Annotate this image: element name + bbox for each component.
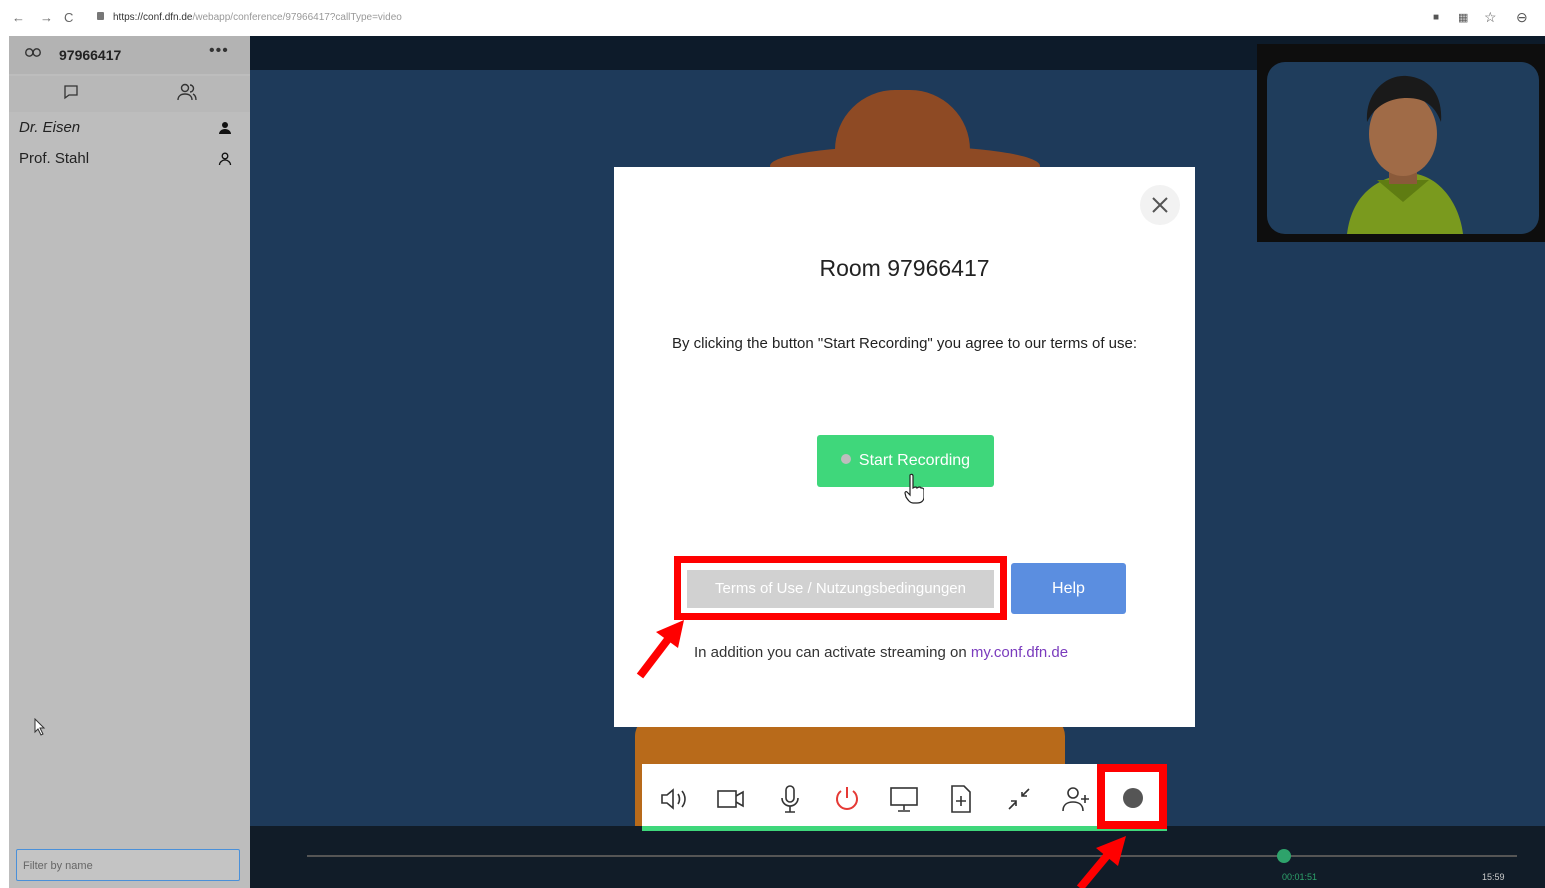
close-button[interactable] xyxy=(1140,185,1180,225)
browser-toolbar: ← → C https://conf.dfn.de/webapp/confere… xyxy=(0,0,1545,36)
speaker-icon[interactable] xyxy=(659,784,689,814)
close-icon xyxy=(1152,197,1168,213)
minimize-icon[interactable] xyxy=(1004,784,1034,814)
help-button[interactable]: Help xyxy=(1011,563,1126,614)
recording-dialog: Room 97966417 By clicking the button "St… xyxy=(614,167,1195,727)
toolbar-status-line xyxy=(642,826,1167,831)
microphone-icon[interactable] xyxy=(775,784,805,814)
translate-icon[interactable]: ▦ xyxy=(1458,11,1468,24)
end-time: 15:59 xyxy=(1482,872,1505,882)
bookmark-star-icon[interactable]: ☆ xyxy=(1484,9,1497,26)
lock-icon xyxy=(97,12,104,20)
link-icon[interactable] xyxy=(25,48,41,57)
camera-icon[interactable] xyxy=(716,784,746,814)
url-host: https://conf.dfn.de xyxy=(113,12,193,23)
chat-icon[interactable] xyxy=(63,84,79,100)
call-toolbar xyxy=(642,764,1167,826)
current-time: 00:01:51 xyxy=(1282,872,1318,882)
forward-icon[interactable]: → xyxy=(40,10,53,25)
mouse-pointer-icon xyxy=(34,718,46,736)
add-person-icon[interactable] xyxy=(1061,784,1091,814)
video-bottom-bar xyxy=(250,826,1545,888)
sidebar: 97966417 ••• Dr. Eisen Prof. Stahl Filte… xyxy=(9,36,250,888)
sidebar-tabs xyxy=(9,76,250,112)
filter-input[interactable]: Filter by name xyxy=(16,849,240,881)
start-recording-label: Start Recording xyxy=(858,452,971,469)
address-bar[interactable]: https://conf.dfn.de/webapp/conference/97… xyxy=(113,12,402,23)
window-margin xyxy=(0,36,9,888)
screen-share-icon[interactable] xyxy=(889,784,919,814)
streaming-text: In addition you can activate streaming o… xyxy=(694,644,971,661)
power-icon[interactable] xyxy=(832,784,862,814)
back-icon[interactable]: ← xyxy=(12,10,25,25)
participant-icon xyxy=(218,152,232,166)
streaming-link[interactable]: my.conf.dfn.de xyxy=(971,644,1068,661)
add-file-icon[interactable] xyxy=(946,784,976,814)
camera-indicator-icon[interactable]: ■ xyxy=(1433,12,1439,23)
dialog-title: Room 97966417 xyxy=(819,255,990,281)
red-arrow-icon xyxy=(1076,836,1126,888)
self-view-video xyxy=(1267,62,1539,234)
hand-cursor-icon xyxy=(904,473,924,504)
participant-icon xyxy=(219,122,231,134)
participant-name[interactable]: Prof. Stahl xyxy=(19,150,89,167)
reload-icon[interactable]: C xyxy=(64,10,73,25)
agreement-text: By clicking the button "Start Recording"… xyxy=(671,335,1138,352)
self-view[interactable] xyxy=(1257,44,1545,242)
terms-of-use-button[interactable]: Terms of Use / Nutzungsbedingungen xyxy=(687,570,994,608)
record-dot-icon xyxy=(840,453,851,464)
sidebar-header: 97966417 ••• xyxy=(9,36,250,74)
self-avatar-icon xyxy=(1347,75,1463,234)
timeline-knob[interactable] xyxy=(1277,849,1291,863)
record-icon[interactable] xyxy=(1123,788,1143,808)
more-options-icon[interactable]: ••• xyxy=(209,42,229,60)
streaming-note: In addition you can activate streaming o… xyxy=(694,644,1068,661)
participants-icon[interactable] xyxy=(177,83,197,101)
red-arrow-icon xyxy=(636,620,684,679)
url-path: /webapp/conference/97966417?callType=vid… xyxy=(192,12,402,23)
timeline-track[interactable] xyxy=(307,855,1517,857)
profile-icon[interactable]: ⊖ xyxy=(1516,9,1528,26)
room-id: 97966417 xyxy=(59,47,122,63)
participant-name[interactable]: Dr. Eisen xyxy=(19,119,80,136)
